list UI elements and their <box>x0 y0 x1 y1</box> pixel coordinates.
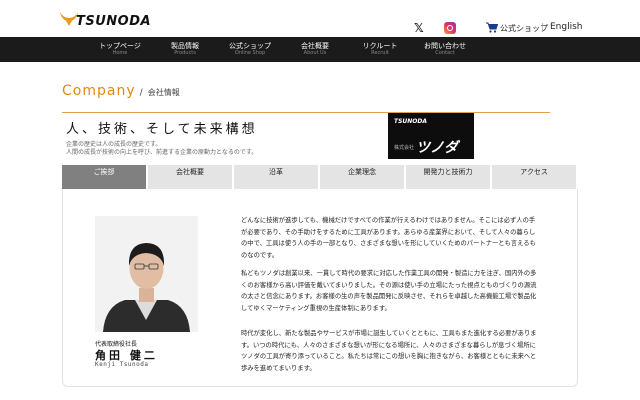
tab-access[interactable]: アクセス <box>492 165 576 189</box>
paragraph-line: 歩みを進めてまいります。 <box>241 364 316 372</box>
paragraph-line: くのお客様から高い評価を戴いてまいりました。その源は使い手の立場にたった視点とも… <box>241 281 537 289</box>
nav-label: リクルート <box>362 42 398 50</box>
tab-history[interactable]: 沿革 <box>234 165 318 189</box>
brand-image: TSUNODA 株式会社 ツノダ <box>388 113 474 159</box>
nav-item-products[interactable]: 製品情報 Products <box>150 37 220 62</box>
paragraph-line: が必要であり、その手助けをするために工具があります。あらゆる産業界において、そし… <box>241 228 536 236</box>
nav-sublabel: About Us <box>303 50 327 56</box>
brand-image-script: ツノダ <box>416 140 458 156</box>
paragraph-line: す。いつの時代にも、人々のさまざまな想いが形になる場所に、人々のさまざまな暮らし… <box>241 341 536 349</box>
page-title-jp: 会社情報 <box>147 88 180 97</box>
paragraph-line: してゆくマーケティング重視の生産体制にあります。 <box>241 304 391 312</box>
headline: 人、技術、そして未来構想 <box>66 122 258 137</box>
nav-sublabel: Recruit <box>371 50 389 56</box>
x-social-icon[interactable]: 𝕏 <box>414 22 426 34</box>
nav-label: 製品情報 <box>171 42 199 50</box>
paragraph-line: 私どもツノダは創業以来、一貫して時代の要求に対応した作業工具の開発・製造に力を注… <box>241 270 537 277</box>
top-bar: TSUNODA 𝕏 公式ショップ | English <box>0 0 640 37</box>
nav-item-about-us[interactable]: 会社概要 About Us <box>280 37 350 62</box>
subtitle-line-2: 人間の成長が技術の向上を呼び、前進する企業の原動力となるのです。 <box>66 149 258 156</box>
tab-philosophy[interactable]: 企業理念 <box>320 165 404 189</box>
nav-sublabel: Products <box>174 50 196 56</box>
ceo-portrait <box>95 216 198 332</box>
header-separator: | <box>541 22 544 31</box>
paragraph-line: の太さと信念にあります。お客様の生の声を製品開発に反映させ、それらを卓越した高機… <box>241 293 537 300</box>
nav-label: 会社概要 <box>301 42 329 50</box>
main-nav: トップページ Home 製品情報 Products 公式ショップ Online … <box>0 37 640 62</box>
paragraph-line: のなのです。 <box>241 251 279 259</box>
greeting-paragraph-2: 私どもツノダは創業以来、一貫して時代の要求に対応した作業工具の開発・製造に力を注… <box>241 268 573 314</box>
cart-icon[interactable] <box>486 22 498 33</box>
paragraph-line: ツノダの工具が寄り添っていること。私たちは常にこの想いを胸に抱きながら、お客様と… <box>241 353 537 360</box>
ceo-name-en: Kenji Tsunoda <box>95 361 149 368</box>
tab-greeting[interactable]: ご挨拶 <box>62 165 146 189</box>
nav-label: お問い合わせ <box>424 42 466 50</box>
greeting-paragraph-3: 時代が変化し、新たな製品やサービスが市場に誕生していくとともに、工具もまた進化す… <box>241 328 573 374</box>
tab-development[interactable]: 開発力と技術力 <box>406 165 490 189</box>
nav-label: トップページ <box>99 42 141 50</box>
instagram-icon[interactable] <box>444 22 456 34</box>
page-title: Company / 会社情報 <box>62 80 180 99</box>
paragraph-line: 時代が変化し、新たな製品やサービスが市場に誕生していくとともに、工具もまた進化す… <box>241 330 537 337</box>
paragraph-line: の中で、工具は使う人の手の一部となり、さまざまな想いを形にしていくためのパートナ… <box>241 240 536 247</box>
nav-sublabel: Home <box>112 50 128 56</box>
nav-item-home[interactable]: トップページ Home <box>85 37 155 62</box>
paragraph-line: どんなに技術が進歩しても、機械だけですべての作業が行えるわけではありません。そこ… <box>241 217 536 224</box>
logo-text: TSUNODA <box>76 14 152 29</box>
brand-image-logo: TSUNODA <box>394 118 428 125</box>
english-language-link[interactable]: English <box>550 22 583 32</box>
page-title-en: Company <box>62 83 136 99</box>
nav-item-online-shop[interactable]: 公式ショップ Online Shop <box>215 37 285 62</box>
nav-sublabel: Online Shop <box>234 50 266 56</box>
title-slash: / <box>139 88 143 98</box>
greeting-paragraph-1: どんなに技術が進歩しても、機械だけですべての作業が行えるわけではありません。そこ… <box>241 215 573 261</box>
company-logo[interactable]: TSUNODA <box>58 9 151 31</box>
nav-item-contact[interactable]: お問い合わせ Contact <box>410 37 480 62</box>
heading-divider <box>62 112 550 113</box>
nav-label: 公式ショップ <box>229 42 271 50</box>
section-tabs: ご挨拶 会社概要 沿革 企業理念 開発力と技術力 アクセス <box>62 165 577 189</box>
brand-image-caption: 株式会社 <box>394 145 415 151</box>
tab-company-overview[interactable]: 会社概要 <box>148 165 232 189</box>
nav-sublabel: Contact <box>435 50 455 56</box>
nav-item-recruit[interactable]: リクルート Recruit <box>345 37 415 62</box>
